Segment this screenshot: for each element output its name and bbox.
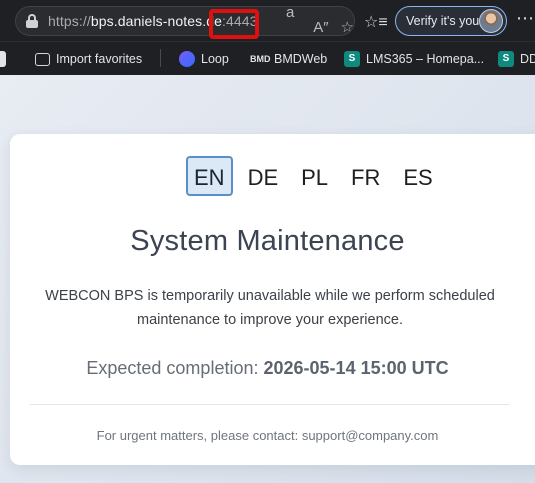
favorite-label: BMDWeb bbox=[274, 52, 328, 66]
browser-chrome: https://bps.daniels-notes.de:4443 aあ A″ … bbox=[0, 0, 535, 75]
verify-label: Verify it's you bbox=[406, 14, 480, 28]
favorite-item-lms365[interactable]: S LMS365 – Homepa... bbox=[344, 50, 484, 68]
address-bar[interactable]: https://bps.daniels-notes.de:4443 aあ A″ … bbox=[15, 6, 355, 36]
maintenance-card: EN DE PL FR ES System Maintenance WEBCON… bbox=[10, 134, 535, 465]
language-option-en[interactable]: EN bbox=[186, 156, 233, 196]
loop-icon bbox=[179, 51, 195, 67]
expected-completion: Expected completion: 2026-05-14 15:00 UT… bbox=[10, 358, 525, 379]
lock-icon[interactable] bbox=[26, 14, 38, 28]
read-aloud-icon[interactable]: A″ bbox=[313, 13, 328, 35]
url-host: bps.daniels-notes.d bbox=[90, 13, 215, 29]
overflow-icon bbox=[0, 51, 6, 67]
avatar bbox=[479, 9, 503, 33]
language-option-de[interactable]: DE bbox=[240, 156, 287, 196]
star-icon[interactable]: ☆ bbox=[341, 13, 354, 35]
address-row: https://bps.daniels-notes.de:4443 aあ A″ … bbox=[0, 0, 535, 41]
favorite-item-loop[interactable]: Loop bbox=[179, 50, 229, 68]
url-scheme: https:// bbox=[48, 13, 91, 29]
page-title: System Maintenance bbox=[130, 225, 405, 257]
sharepoint-icon: S bbox=[498, 51, 514, 67]
eta-value: 2026-05-14 15:00 UTC bbox=[263, 358, 449, 378]
language-option-fr[interactable]: FR bbox=[343, 156, 388, 196]
favorites-bar: Import favorites Loop BMD BMDWeb S LMS36… bbox=[0, 41, 535, 75]
bmdweb-icon: BMD bbox=[250, 54, 271, 64]
favorites-separator bbox=[160, 49, 161, 67]
language-option-pl[interactable]: PL bbox=[293, 156, 336, 196]
language-option-es[interactable]: ES bbox=[395, 156, 440, 196]
favorite-label: Import favorites bbox=[56, 52, 143, 66]
verify-identity-button[interactable]: Verify it's you bbox=[395, 6, 507, 36]
favorite-item-bmdweb[interactable]: BMD BMDWeb bbox=[250, 50, 327, 68]
favorite-label: DD bbox=[520, 52, 535, 66]
favorite-item-import[interactable]: Import favorites bbox=[35, 50, 142, 68]
favorites-bar-overflow[interactable] bbox=[0, 50, 12, 68]
contact-info: For urgent matters, please contact: supp… bbox=[96, 428, 439, 443]
translate-icon[interactable]: aあ bbox=[286, 7, 301, 35]
favorites-list-icon[interactable]: ☆≡ bbox=[364, 12, 388, 32]
language-switcher: EN DE PL FR ES bbox=[186, 156, 448, 196]
favorite-item-dd[interactable]: S DD bbox=[498, 50, 535, 68]
sharepoint-icon: S bbox=[344, 51, 360, 67]
eta-label: Expected completion: bbox=[86, 358, 259, 378]
favorite-label: LMS365 – Homepa... bbox=[366, 52, 485, 66]
address-bar-actions: aあ A″ ☆ bbox=[286, 7, 354, 35]
import-favorites-icon bbox=[35, 52, 50, 66]
maintenance-description: WEBCON BPS is temporarily unavailable wh… bbox=[45, 288, 495, 328]
port-highlight-box bbox=[209, 9, 259, 39]
divider bbox=[30, 404, 510, 405]
favorite-label: Loop bbox=[201, 52, 229, 66]
more-icon[interactable]: ⋯ bbox=[516, 8, 534, 29]
